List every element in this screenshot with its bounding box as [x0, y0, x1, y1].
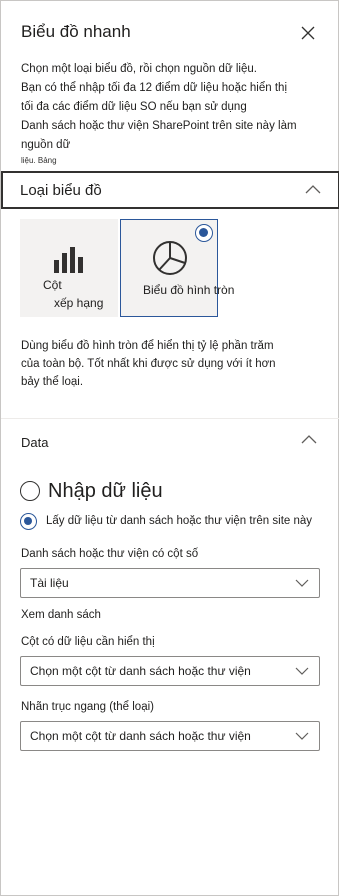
- section-label: Loại biểu đồ: [20, 181, 102, 199]
- chart-type-section-header[interactable]: Loại biểu đồ: [1, 171, 339, 209]
- radio-circle: [20, 481, 40, 501]
- chevron-down-icon: [295, 579, 309, 587]
- intro-text: Chọn một loại biểu đồ, rồi chọn nguồn dữ…: [21, 60, 324, 167]
- radio-label: Nhập dữ liệu: [48, 479, 163, 502]
- dropdown-value: Chọn một cột từ danh sách hoặc thư viện: [30, 729, 251, 743]
- radio-label: Lấy dữ liệu từ danh sách hoặc thư viện t…: [46, 515, 313, 527]
- chevron-down-icon: [295, 667, 309, 675]
- panel-header: Biểu đồ nhanh: [21, 21, 322, 45]
- intro-line: Bạn có thể nhập tối đa 12 điểm dữ liệu h…: [21, 82, 287, 94]
- chevron-up-icon: [305, 185, 321, 194]
- chevron-up-icon[interactable]: [300, 431, 318, 449]
- bar-chart-tile[interactable]: Cột xếp hạng: [20, 219, 118, 317]
- close-icon: [301, 26, 315, 40]
- close-button[interactable]: [298, 23, 318, 43]
- pie-chart-icon: [153, 241, 187, 275]
- list-field-label: Danh sách hoặc thư viện có cột số: [21, 548, 199, 560]
- radio-enter-data[interactable]: Nhập dữ liệu: [20, 478, 163, 504]
- column-field-label: Cột có dữ liệu cần hiển thị: [21, 636, 155, 648]
- list-dropdown[interactable]: Tài liệu: [20, 568, 320, 598]
- axis-field-label: Nhãn trục ngang (thể loại): [21, 701, 154, 713]
- tile-label: xếp hạng: [54, 296, 104, 310]
- chart-type-description: Dùng biểu đồ hình tròn để hiển thị tỷ lệ…: [21, 340, 276, 388]
- view-list-link[interactable]: Xem danh sách: [21, 609, 101, 621]
- pie-chart-tile[interactable]: Biểu đồ hình tròn: [120, 219, 234, 317]
- panel-title: Biểu đồ nhanh: [21, 22, 131, 41]
- chevron-down-icon: [295, 732, 309, 740]
- dropdown-value: Chọn một cột từ danh sách hoặc thư viện: [30, 664, 251, 678]
- radio-circle: [20, 512, 37, 530]
- radio-from-list[interactable]: Lấy dữ liệu từ danh sách hoặc thư viện t…: [20, 512, 312, 530]
- bar-chart-icon: [54, 247, 83, 273]
- axis-dropdown[interactable]: Chọn một cột từ danh sách hoặc thư viện: [20, 721, 320, 751]
- intro-line: Danh sách hoặc thư viện SharePoint trên …: [21, 120, 297, 151]
- column-dropdown[interactable]: Chọn một cột từ danh sách hoặc thư viện: [20, 656, 320, 686]
- quick-chart-panel: Biểu đồ nhanh Chọn một loại biểu đồ, rồi…: [0, 0, 339, 896]
- intro-line: tối đa các điểm dữ liệu SO nếu bạn sử dụ…: [21, 101, 247, 113]
- dropdown-value: Tài liệu: [30, 576, 69, 590]
- intro-line: liệu. Bảng: [21, 156, 57, 165]
- tile-label: Biểu đồ hình tròn: [143, 283, 235, 297]
- selected-radio: [195, 224, 213, 242]
- data-section-label: Data: [21, 435, 49, 450]
- tile-label: Cột: [43, 278, 62, 292]
- intro-line: Chọn một loại biểu đồ, rồi chọn nguồn dữ…: [21, 63, 257, 75]
- section-divider: [1, 418, 339, 419]
- chart-type-tiles: Cột xếp hạng Biểu đồ hình tròn: [20, 219, 320, 317]
